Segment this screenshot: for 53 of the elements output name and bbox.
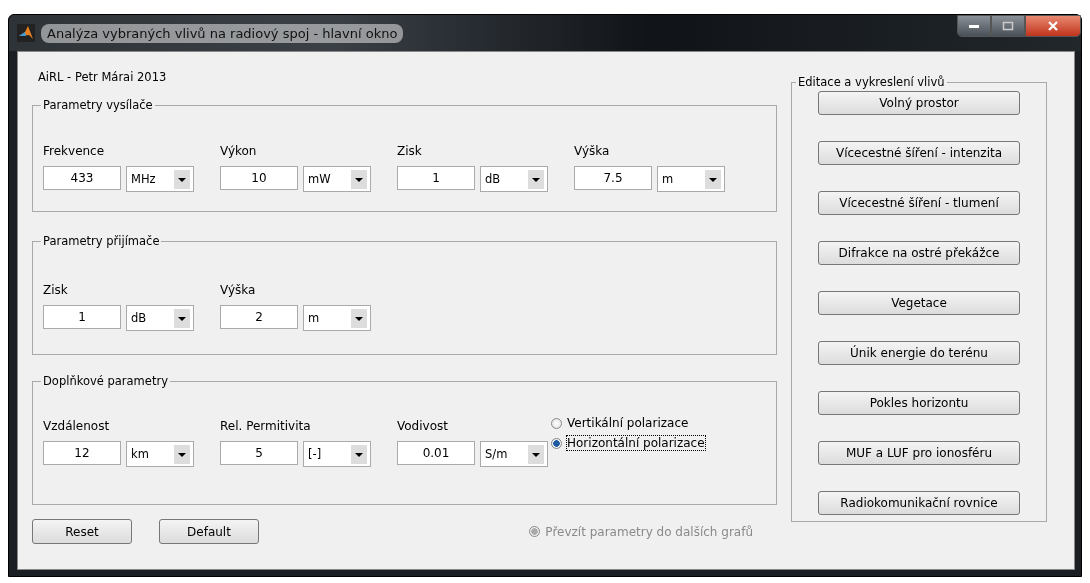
unit-dropdown[interactable]: dB <box>126 305 194 331</box>
minimize-icon <box>968 23 980 29</box>
effect-button[interactable]: Únik energie do terénu <box>818 341 1020 365</box>
unit-dropdown[interactable]: m <box>303 305 371 331</box>
value-field[interactable]: 0.01 <box>397 441 475 465</box>
group-title: Editace a vykreslení vlivů <box>797 75 946 89</box>
value-field[interactable]: 10 <box>220 166 298 190</box>
field-label: Rel. Permitivita <box>220 419 312 433</box>
minimize-button[interactable] <box>957 15 991 37</box>
unit-dropdown[interactable]: MHz <box>126 166 194 192</box>
value-field[interactable]: 1 <box>397 166 475 190</box>
effect-button[interactable]: Vegetace <box>818 291 1020 315</box>
app-logo-icon <box>17 24 35 42</box>
polarization-radio[interactable]: Vertikální polarizace <box>551 416 705 430</box>
effect-button[interactable]: Vícecestné šíření - intenzita <box>818 141 1020 165</box>
unit-dropdown[interactable]: m <box>657 166 725 192</box>
unit-dropdown[interactable]: km <box>126 441 194 467</box>
effect-button[interactable]: Pokles horizontu <box>818 391 1020 415</box>
value-field[interactable]: 433 <box>43 166 121 190</box>
effect-button[interactable]: MUF a LUF pro ionosféru <box>818 441 1020 465</box>
maximize-icon <box>1002 21 1014 31</box>
unit-dropdown[interactable]: dB <box>480 166 548 192</box>
field-label: Výkon <box>220 144 258 158</box>
value-field[interactable]: 5 <box>220 441 298 465</box>
group-title: Parametry vysílače <box>42 98 154 112</box>
author-label: AiRL - Petr Márai 2013 <box>38 70 168 84</box>
value-field[interactable]: 7.5 <box>574 166 652 190</box>
effect-button[interactable]: Volný prostor <box>818 91 1020 115</box>
action-button[interactable]: Reset <box>32 519 132 544</box>
field-label: Frekvence <box>43 144 106 158</box>
window-title: Analýza vybraných vlivů na radiový spoj - hlavní okno <box>41 23 404 43</box>
polarization-radio[interactable]: Horizontální polarizace <box>551 436 705 450</box>
field-label: Vzdálenost <box>43 419 111 433</box>
effect-button[interactable]: Radiokomunikační rovnice <box>818 491 1020 515</box>
close-icon <box>1047 21 1059 31</box>
maximize-button[interactable] <box>991 15 1025 37</box>
group-title: Parametry přijímače <box>42 234 161 248</box>
field-label: Výška <box>220 283 257 297</box>
unit-dropdown[interactable]: mW <box>303 166 371 192</box>
group-title: Doplňkové parametry <box>42 374 169 388</box>
field-label: Vodivost <box>397 419 449 433</box>
field-label: Zisk <box>43 283 69 297</box>
field-label: Zisk <box>397 144 423 158</box>
value-field[interactable]: 1 <box>43 305 121 329</box>
unit-dropdown[interactable]: S/m <box>480 441 548 467</box>
action-button[interactable]: Default <box>159 519 259 544</box>
value-field[interactable]: 12 <box>43 441 121 465</box>
field-label: Výška <box>574 144 611 158</box>
effect-button[interactable]: Difrakce na ostré překážce <box>818 241 1020 265</box>
unit-dropdown[interactable]: [-] <box>303 441 371 467</box>
value-field[interactable]: 2 <box>220 305 298 329</box>
effect-button[interactable]: Vícecestné šíření - tlumení <box>818 191 1020 215</box>
close-button[interactable] <box>1025 15 1081 37</box>
